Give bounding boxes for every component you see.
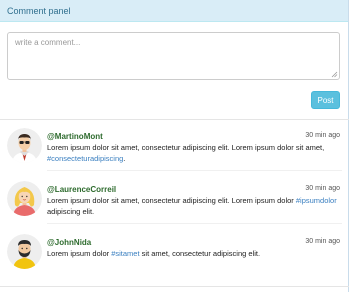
comment-hashtag[interactable]: #consecteturadipiscing — [47, 154, 123, 163]
comment-timestamp: 30 min ago — [305, 185, 340, 192]
comment-hashtag[interactable]: #ipsumdolor — [296, 196, 337, 205]
comment-text: Lorem ipsum dolor sit amet, consectetur … — [47, 143, 337, 164]
comment-text-part: Lorem ipsum dolor sit amet, consectetur … — [47, 196, 296, 205]
comment-text-part: Lorem ipsum dolor — [47, 249, 112, 258]
avatar-illustration — [7, 181, 42, 216]
comment-timestamp: 30 min ago — [305, 238, 340, 245]
comment-text-part: Lorem ipsum dolor sit amet, consectetur … — [47, 143, 325, 152]
row-separator — [47, 170, 342, 171]
man-with-glasses-avatar[interactable] — [7, 128, 42, 163]
comment-username[interactable]: @MartinoMont — [47, 132, 103, 141]
divider — [0, 286, 349, 287]
panel-title: Comment panel — [0, 0, 348, 22]
comment-timestamp: 30 min ago — [305, 132, 340, 139]
comment-placeholder: write a comment... — [15, 38, 81, 47]
comment-hashtag[interactable]: #sitamet — [111, 249, 139, 258]
comment-text: Lorem ipsum dolor #sitamet sit amet, con… — [47, 249, 337, 260]
comment-username[interactable]: @JohnNida — [47, 238, 91, 247]
man-with-beard-avatar[interactable] — [7, 234, 42, 269]
resize-handle-icon[interactable] — [331, 71, 338, 78]
comment-username[interactable]: @LaurenceCorreil — [47, 185, 116, 194]
woman-blonde-avatar[interactable] — [7, 181, 42, 216]
comment-text-part: . — [123, 153, 126, 163]
avatar-illustration — [7, 128, 42, 163]
comment-text-part: adipiscing elit. — [47, 206, 95, 216]
comment-text-part: sit amet, consectetur adipiscing elit. — [139, 249, 261, 258]
divider — [0, 119, 349, 120]
comment-textarea[interactable]: write a comment... — [7, 32, 340, 80]
comment-panel: Comment panel write a comment... Post @M… — [0, 0, 349, 292]
comment-text: Lorem ipsum dolor sit amet, consectetur … — [47, 196, 337, 217]
post-button[interactable]: Post — [311, 91, 340, 109]
row-separator — [47, 223, 342, 224]
avatar-illustration — [7, 234, 42, 269]
